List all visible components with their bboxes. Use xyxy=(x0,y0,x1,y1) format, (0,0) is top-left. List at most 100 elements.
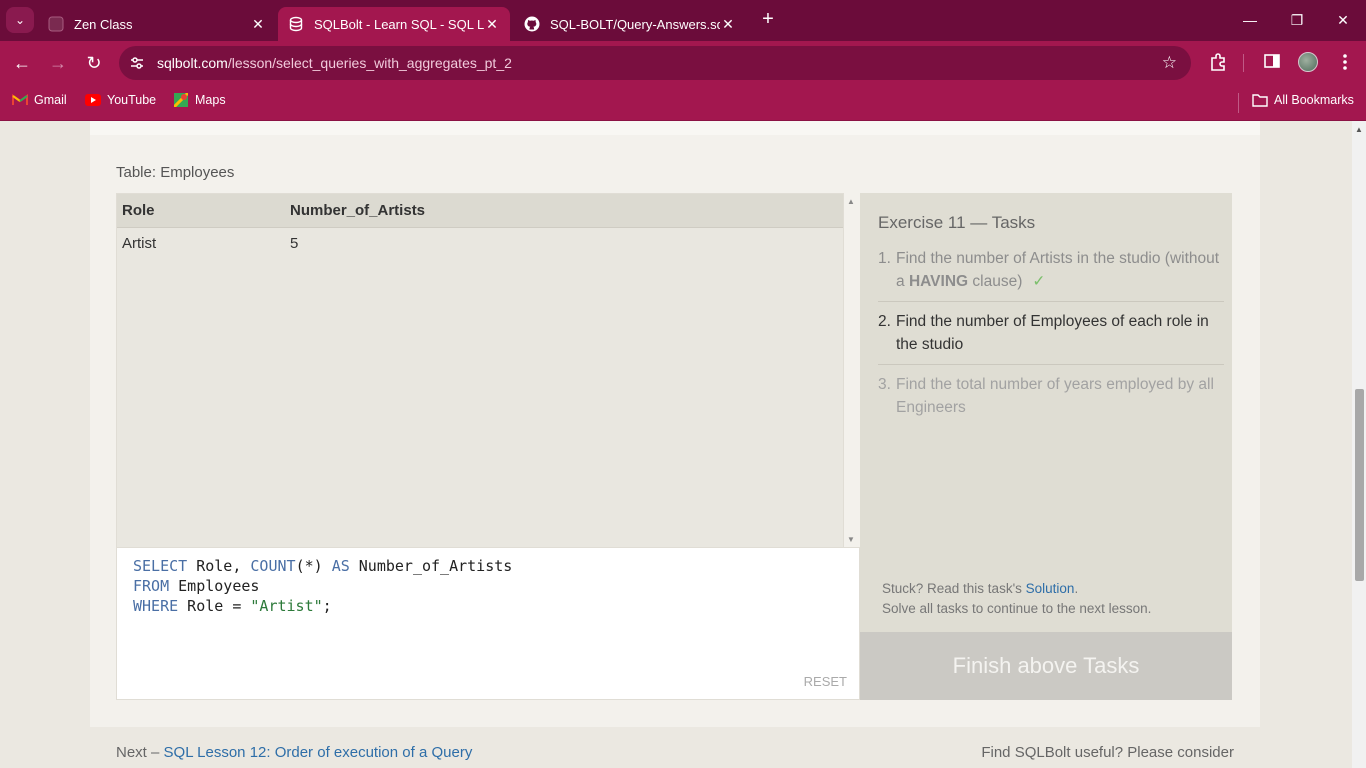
reload-button[interactable]: ↻ xyxy=(82,51,106,75)
side-panel-icon[interactable] xyxy=(1261,52,1283,74)
sql-keyword: SELECT xyxy=(133,557,188,575)
arrow-left-icon: ← xyxy=(13,53,31,73)
next-lesson: Next – SQL Lesson 12: Order of execution… xyxy=(116,744,472,761)
close-icon[interactable]: ✕ xyxy=(720,16,736,33)
task-text: Find the number of Artists in the studio… xyxy=(896,247,1224,293)
database-favicon-icon xyxy=(288,16,304,32)
sql-text: (*) xyxy=(295,557,332,575)
stuck-help: Stuck? Read this task's Solution. Solve … xyxy=(882,579,1151,619)
all-bookmarks-button[interactable]: All Bookmarks xyxy=(1252,93,1354,107)
gmail-icon xyxy=(12,93,28,107)
bookmark-label: Maps xyxy=(195,93,226,107)
column-header: Role xyxy=(117,194,285,228)
tab-title: SQL-BOLT/Query-Answers.sql at xyxy=(550,16,720,32)
task-number: 3. xyxy=(878,376,891,393)
url-host: sqlbolt.com xyxy=(157,55,228,71)
url-text: sqlbolt.com/lesson/select_queries_with_a… xyxy=(157,55,512,71)
scroll-down-icon[interactable]: ▼ xyxy=(847,535,855,544)
sql-keyword: FROM xyxy=(133,577,170,595)
stuck-suffix: . xyxy=(1074,581,1079,596)
site-settings-icon[interactable] xyxy=(129,55,145,71)
page-viewport: Table: Employees Role Number_of_Artists … xyxy=(0,121,1352,768)
tab-sqlbolt[interactable]: SQLBolt - Learn SQL - SQL Less ✕ xyxy=(278,7,510,41)
github-icon xyxy=(524,16,540,32)
tab-search-button[interactable]: ⌄ xyxy=(6,7,34,33)
tasks-panel: Exercise 11 — Tasks 1. Find the number o… xyxy=(860,193,1232,632)
task-item: 1. Find the number of Artists in the stu… xyxy=(878,247,1224,302)
minimize-button[interactable]: — xyxy=(1237,8,1263,32)
table-row: Artist 5 xyxy=(117,227,843,259)
bookmark-star-icon[interactable]: ☆ xyxy=(1162,53,1177,73)
table-cell: 5 xyxy=(290,234,299,252)
back-button[interactable]: ← xyxy=(10,51,34,75)
restore-button[interactable]: ❐ xyxy=(1284,8,1310,32)
toolbar-divider xyxy=(1243,54,1244,72)
extensions-icon[interactable] xyxy=(1207,52,1229,74)
solution-link[interactable]: Solution xyxy=(1026,581,1075,596)
arrow-right-icon: → xyxy=(49,53,67,73)
close-window-button[interactable]: ✕ xyxy=(1330,8,1356,32)
chevron-down-icon: ⌄ xyxy=(14,13,26,27)
results-scrollbar[interactable]: ▲ ▼ xyxy=(844,193,860,548)
bookmarks-divider xyxy=(1238,93,1239,113)
browser-toolbar: ← → ↻ sqlbolt.com/lesson/select_queries_… xyxy=(0,41,1366,85)
task-number: 2. xyxy=(878,313,891,330)
table-header-row: Role Number_of_Artists xyxy=(117,194,843,228)
column-header: Number_of_Artists xyxy=(285,194,843,228)
sql-editor[interactable]: SELECT Role, COUNT(*) AS Number_of_Artis… xyxy=(116,547,860,700)
maps-icon xyxy=(173,93,189,107)
folder-icon xyxy=(1252,93,1268,107)
bookmark-youtube[interactable]: YouTube xyxy=(85,93,156,107)
bookmark-gmail[interactable]: Gmail xyxy=(12,93,67,107)
restore-icon: ❐ xyxy=(1290,12,1304,28)
table-label: Table: Employees xyxy=(116,164,235,181)
close-icon[interactable]: ✕ xyxy=(484,16,500,33)
menu-dots-icon[interactable] xyxy=(1334,52,1356,74)
query-results: Role Number_of_Artists Artist 5 xyxy=(116,193,844,548)
bookmark-label: Gmail xyxy=(34,93,67,107)
task-text: Find the total number of years employed … xyxy=(896,376,1214,416)
task-list: 1. Find the number of Artists in the stu… xyxy=(878,247,1224,435)
scroll-up-icon[interactable]: ▲ xyxy=(847,197,855,206)
sql-text: Role, xyxy=(187,557,251,575)
sql-text: Employees xyxy=(169,577,260,595)
next-prefix: Next – xyxy=(116,744,164,761)
checkmark-icon: ✓ xyxy=(1032,273,1046,290)
close-icon[interactable]: ✕ xyxy=(250,16,266,33)
bookmark-maps[interactable]: Maps xyxy=(173,93,226,107)
minimize-icon: — xyxy=(1243,12,1257,28)
results-table: Role Number_of_Artists Artist 5 xyxy=(117,194,843,259)
youtube-icon xyxy=(85,93,101,107)
tasks-title: Exercise 11 — Tasks xyxy=(878,213,1036,232)
tab-title: SQLBolt - Learn SQL - SQL Less xyxy=(314,16,484,32)
reload-icon: ↻ xyxy=(86,53,102,73)
bookmark-label: YouTube xyxy=(107,93,157,107)
forward-button[interactable]: → xyxy=(46,51,70,75)
support-note: Find SQLBolt useful? Please consider xyxy=(981,744,1234,761)
profile-avatar[interactable] xyxy=(1298,52,1318,72)
sql-query[interactable]: SELECT Role, COUNT(*) AS Number_of_Artis… xyxy=(133,556,512,616)
address-bar[interactable]: sqlbolt.com/lesson/select_queries_with_a… xyxy=(119,46,1191,80)
stuck-prefix: Stuck? Read this task's xyxy=(882,581,1026,596)
scroll-up-icon[interactable]: ▲ xyxy=(1355,125,1363,134)
sql-keyword: COUNT xyxy=(250,557,296,575)
solve-all-note: Solve all tasks to continue to the next … xyxy=(882,601,1152,616)
tab-github[interactable]: SQL-BOLT/Query-Answers.sql at ✕ xyxy=(514,7,746,41)
plus-icon: + xyxy=(762,8,774,30)
reset-button[interactable]: RESET xyxy=(804,674,847,689)
lesson-container-top xyxy=(90,121,1260,135)
task-number: 1. xyxy=(878,250,891,267)
sql-keyword: WHERE xyxy=(133,597,179,615)
tab-zen-class[interactable]: Zen Class ✕ xyxy=(38,7,276,41)
scrollbar-thumb[interactable] xyxy=(1355,389,1364,581)
tab-title: Zen Class xyxy=(74,16,133,32)
new-tab-button[interactable]: + xyxy=(757,9,779,31)
next-lesson-link[interactable]: SQL Lesson 12: Order of execution of a Q… xyxy=(164,744,473,761)
url-path: /lesson/select_queries_with_aggregates_p… xyxy=(227,55,512,71)
task-text-part: clause) xyxy=(968,273,1023,290)
task-item: 3. Find the total number of years employ… xyxy=(878,373,1224,427)
page-scrollbar[interactable]: ▲ xyxy=(1352,121,1366,768)
close-icon: ✕ xyxy=(1337,12,1349,28)
finish-tasks-button[interactable]: Finish above Tasks xyxy=(860,632,1232,700)
sql-text: Number_of_Artists xyxy=(349,557,513,575)
